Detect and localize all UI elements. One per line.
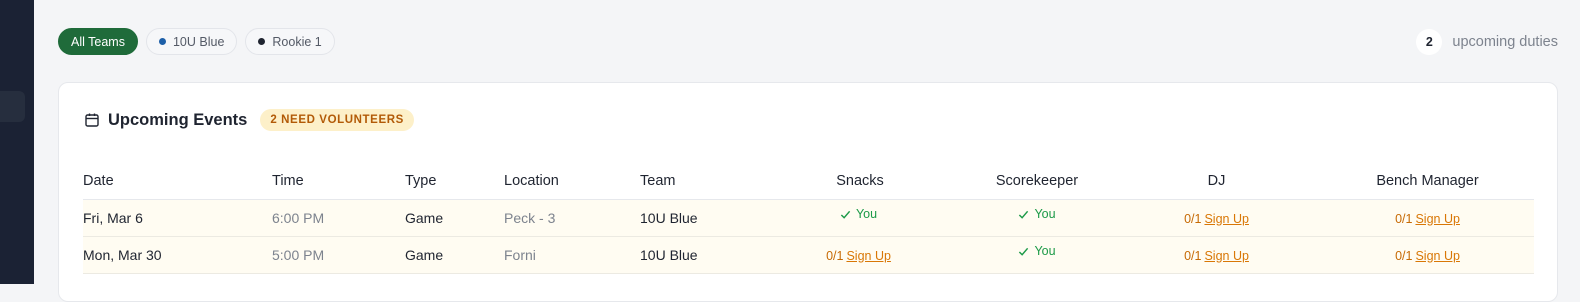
dj-cell: 0/1 Sign Up <box>1112 199 1321 237</box>
column-header-bench-manager: Bench Manager <box>1321 163 1534 200</box>
upcoming-events-card: Upcoming Events 2 NEED VOLUNTEERS Date T… <box>58 82 1558 302</box>
events-table: Date Time Type Location Team Snacks Scor… <box>83 163 1534 274</box>
filter-label: All Teams <box>71 34 125 49</box>
bench-manager-cell: 0/1 Sign Up <box>1321 199 1534 237</box>
sign-up-link[interactable]: Sign Up <box>1415 249 1459 263</box>
team-color-dot <box>258 38 266 45</box>
slot-fraction: 0/1 <box>1184 211 1202 226</box>
sidebar <box>0 0 34 284</box>
column-header-dj: DJ <box>1112 163 1321 200</box>
event-team: 10U Blue <box>640 199 755 237</box>
filter-rookie-1[interactable]: Rookie 1 <box>245 28 335 55</box>
sign-up-link[interactable]: Sign Up <box>1204 212 1248 226</box>
sign-up-link[interactable]: Sign Up <box>1415 212 1459 226</box>
column-header-type: Type <box>405 163 504 200</box>
filter-label: Rookie 1 <box>272 34 322 49</box>
bench-manager-cell: 0/1 Sign Up <box>1321 236 1534 274</box>
table-row[interactable]: Fri, Mar 6 6:00 PM Game Peck - 3 10U Blu… <box>83 199 1534 237</box>
team-color-dot <box>158 38 166 45</box>
upcoming-duties-summary: 2 upcoming duties <box>1416 28 1558 55</box>
column-header-team: Team <box>640 163 755 200</box>
event-location: Peck - 3 <box>504 199 640 237</box>
column-header-scorekeeper: Scorekeeper <box>962 163 1112 200</box>
sign-up-link[interactable]: Sign Up <box>1204 249 1248 263</box>
event-type: Game <box>405 236 504 274</box>
card-header: Upcoming Events 2 NEED VOLUNTEERS <box>84 107 414 133</box>
column-header-date: Date <box>83 163 272 200</box>
column-header-location: Location <box>504 163 640 200</box>
column-header-snacks: Snacks <box>755 163 962 200</box>
calendar-icon <box>84 112 100 128</box>
filter-label: 10U Blue <box>172 34 225 49</box>
event-location: Forni <box>504 236 640 274</box>
event-date: Fri, Mar 6 <box>83 199 272 237</box>
check-icon <box>840 210 851 219</box>
duties-label: upcoming duties <box>1452 33 1558 50</box>
scorekeeper-cell: You <box>962 199 1112 237</box>
dj-cell: 0/1 Sign Up <box>1112 236 1321 274</box>
volunteer-you: You <box>840 207 877 221</box>
you-label: You <box>1034 207 1056 221</box>
event-time: 6:00 PM <box>272 199 405 237</box>
table-header-row: Date Time Type Location Team Snacks Scor… <box>83 163 1534 200</box>
card-title: Upcoming Events <box>108 110 248 129</box>
sign-up-link[interactable]: Sign Up <box>846 249 890 263</box>
slot-fraction: 0/1 <box>1184 248 1202 263</box>
table-row[interactable]: Mon, Mar 30 5:00 PM Game Forni 10U Blue … <box>83 236 1534 274</box>
slot-fraction: 0/1 <box>1395 211 1413 226</box>
filter-all-teams[interactable]: All Teams <box>58 28 138 55</box>
you-label: You <box>855 207 878 221</box>
sidebar-active-item[interactable] <box>0 91 25 122</box>
duties-count-badge: 2 <box>1416 28 1443 55</box>
slot-fraction: 0/1 <box>826 248 844 263</box>
event-date: Mon, Mar 30 <box>83 236 272 274</box>
volunteer-you: You <box>1018 244 1056 258</box>
you-label: You <box>1034 244 1056 258</box>
event-time: 5:00 PM <box>272 236 405 274</box>
column-header-time: Time <box>272 163 405 200</box>
slot-fraction: 0/1 <box>1395 248 1413 263</box>
event-type: Game <box>405 199 504 237</box>
team-filter-bar: All Teams 10U Blue Rookie 1 <box>58 28 335 55</box>
scorekeeper-cell: You <box>962 236 1112 274</box>
check-icon <box>1019 247 1029 256</box>
event-team: 10U Blue <box>640 236 755 274</box>
filter-10u-blue[interactable]: 10U Blue <box>145 28 238 55</box>
snacks-cell: You <box>755 199 962 237</box>
volunteer-you: You <box>1018 207 1056 221</box>
check-icon <box>1019 210 1029 219</box>
need-volunteers-badge: 2 NEED VOLUNTEERS <box>260 109 414 131</box>
snacks-cell: 0/1 Sign Up <box>755 236 962 274</box>
